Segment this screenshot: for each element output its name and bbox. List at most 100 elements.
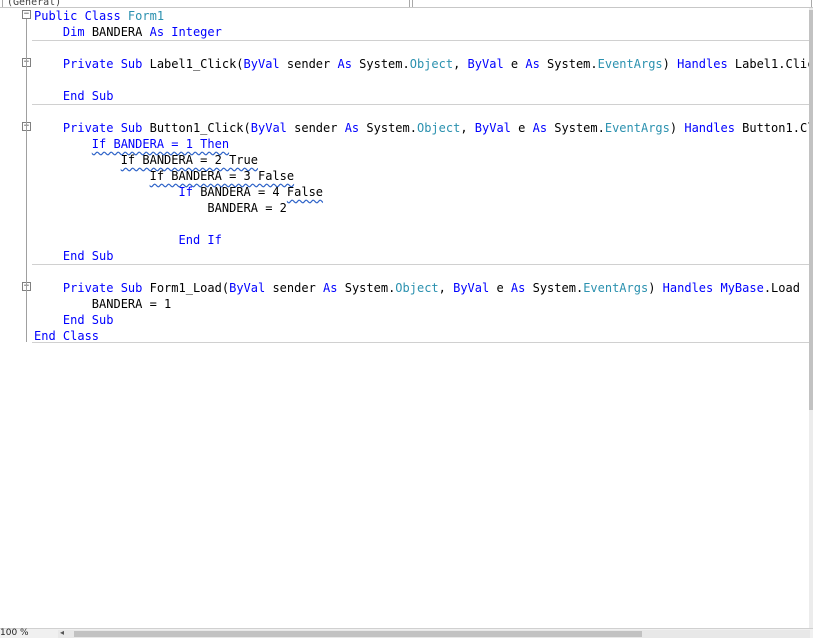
code-token: System. [547,57,598,71]
code-line[interactable]: End Class [34,328,99,344]
code-line[interactable]: End If [34,232,222,248]
outline-margin [14,8,32,628]
code-token: e [518,121,533,135]
code-token: End Sub [62,249,114,263]
code-token: sender [286,57,338,71]
code-token: ByVal [467,57,511,71]
code-token: If BANDERA = 1 Then [91,137,230,151]
code-token: Object [409,57,454,71]
code-token: Label1.Click [734,57,813,71]
code-token: Private Sub [62,281,150,295]
code-line[interactable]: Public Class Form1 [34,8,164,24]
code-line[interactable]: BANDERA = 2 [34,200,287,216]
code-line[interactable]: If BANDERA = 4 False [34,184,324,200]
code-line[interactable]: If BANDERA = 3 False [34,168,295,184]
code-token: As Integer [149,25,222,39]
code-token: sender [272,281,324,295]
code-token: System. [359,57,410,71]
code-token: Private Sub [62,57,150,71]
code-token: BANDERA = 2 [207,201,287,215]
code-token: False [286,185,324,199]
code-token: As [510,281,533,295]
code-token: e [510,57,526,71]
code-line[interactable]: If BANDERA = 2 True [34,152,258,168]
code-line[interactable]: Private Sub Button1_Click(ByVal sender A… [34,120,813,136]
code-token: BANDERA [91,25,150,39]
vertical-scrollbar[interactable] [809,8,813,628]
code-token: , [438,281,454,295]
code-token: End If [178,233,222,247]
code-token: Public Class [34,9,128,23]
horizontal-scrollbar-thumb[interactable] [74,631,642,637]
code-token: As [337,57,360,71]
code-token: Private Sub [62,121,150,135]
code-token: ByVal [229,281,273,295]
code-token: As [323,281,345,295]
code-token: EventArgs [583,281,649,295]
code-token: Handles [684,121,743,135]
code-editor[interactable]: Public Class Form1 Dim BANDERA As Intege… [34,8,813,628]
code-token: As [532,121,555,135]
code-token: BANDERA = 4 [200,185,287,199]
code-token: MyBase [720,281,764,295]
collapse-class-icon[interactable]: − [22,10,31,19]
code-token: System. [532,281,584,295]
code-line[interactable]: Dim BANDERA As Integer [34,24,222,40]
code-token: Handles [662,281,721,295]
code-token: Label1_Click( [149,57,244,71]
code-token: EventArgs [604,121,670,135]
code-token: If BANDERA = 3 False [149,169,295,183]
code-token: ByVal [250,121,295,135]
indicator-margin [0,8,14,628]
code-token: System. [344,281,396,295]
code-token: End Sub [62,313,114,327]
code-token: BANDERA = 1 [91,297,172,311]
code-line[interactable]: Private Sub Form1_Load(ByVal sender As S… [34,280,800,296]
code-token: ByVal [474,121,519,135]
code-line[interactable]: BANDERA = 1 [34,296,171,312]
code-line[interactable]: End Sub [34,88,114,104]
code-token: Dim [62,25,92,39]
scroll-left-icon[interactable]: ◂ [60,628,64,637]
code-token: If [178,185,201,199]
navigation-bar: (General) [0,0,813,8]
code-line[interactable]: Private Sub Label1_Click( ByVal sender As… [34,56,813,72]
code-token: , [460,121,475,135]
code-token: End Class [34,329,100,343]
code-token: .Load [763,281,800,295]
code-token: ) [662,57,678,71]
code-token: Button1.Click [742,121,813,135]
code-token: As [344,121,367,135]
code-token: e [496,281,511,295]
class-name-combo[interactable]: (General) [2,0,410,8]
code-token: Form1_Load( [149,281,230,295]
vertical-scrollbar-thumb[interactable] [809,10,813,410]
outline-line-class [26,19,27,342]
code-line[interactable]: End Sub [34,248,114,264]
code-line[interactable]: End Sub [34,312,114,328]
method-name-combo[interactable] [412,0,812,7]
code-token: System. [554,121,605,135]
code-token: End Sub [62,89,114,103]
code-token: sender [294,121,345,135]
code-token: , [453,57,468,71]
code-token: Object [395,281,439,295]
code-token: ) [648,281,663,295]
class-name-combo-value: (General) [7,0,62,8]
code-token: Object [416,121,461,135]
code-token: ByVal [453,281,497,295]
code-line[interactable]: If BANDERA = 1 Then [34,136,229,152]
code-token: Button1_Click( [149,121,251,135]
code-token: Form1 [127,9,165,23]
